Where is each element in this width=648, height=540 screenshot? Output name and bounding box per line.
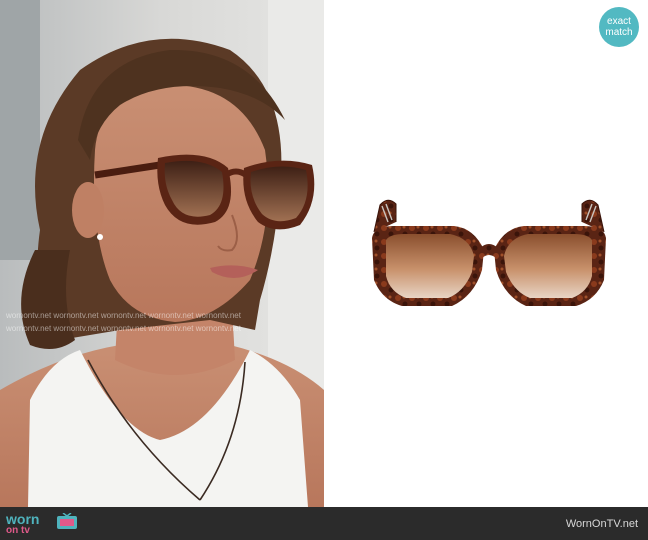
svg-text:wornontv.net wornontv.net wo: wornontv.net wornontv.net wornontv.net w…: [5, 324, 242, 333]
sunglasses-product-image: [372, 199, 606, 306]
watermark-text: wornontv.net wornontv.net wornontv.net w…: [5, 311, 242, 320]
logo-text-bottom: on tv: [6, 525, 30, 536]
badge-line1: exact: [607, 16, 631, 27]
product-panel: [324, 0, 648, 507]
wornontv-logo[interactable]: worn on tv: [4, 509, 84, 537]
exact-match-badge: exact match: [599, 7, 639, 47]
left-photo: wornontv.net wornontv.net wornontv.net w…: [0, 0, 324, 507]
tv-icon: [57, 513, 77, 529]
footer-bar: [0, 507, 648, 540]
woman-photo: wornontv.net wornontv.net wornontv.net w…: [0, 0, 324, 507]
site-url-text[interactable]: WornOnTV.net: [566, 518, 638, 530]
badge-line2: match: [605, 27, 633, 38]
